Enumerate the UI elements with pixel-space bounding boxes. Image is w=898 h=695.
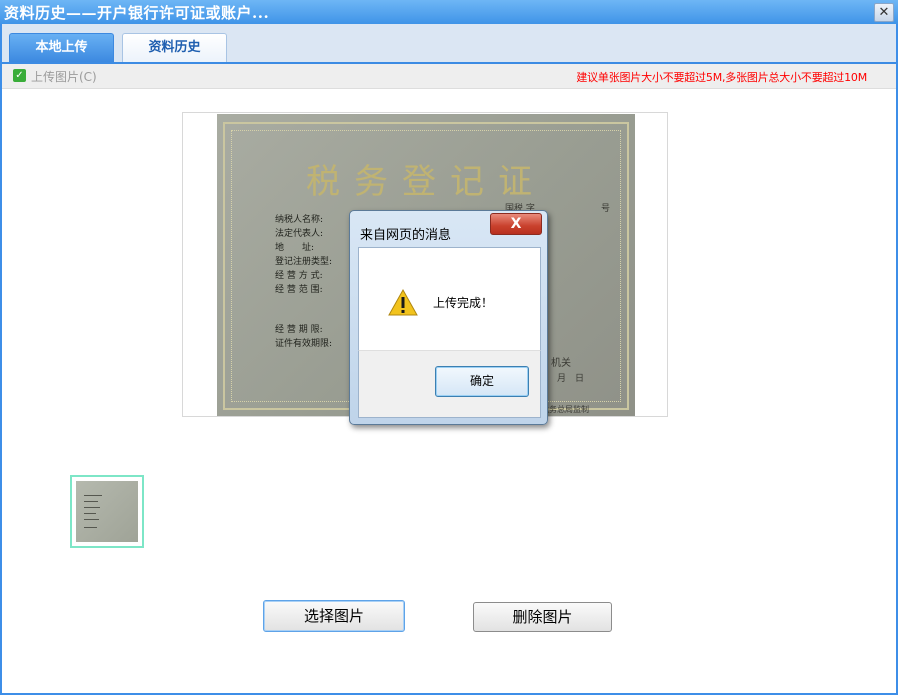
thumbnail-line <box>84 507 100 508</box>
certificate-seal: 税务总局监制 <box>541 405 589 414</box>
dialog-close-icon[interactable]: X <box>490 213 542 235</box>
tab-local-upload[interactable]: 本地上传 <box>9 33 114 62</box>
certificate-issuer: 机关 <box>551 358 571 369</box>
certificate-field: 证件有效期限: <box>275 339 333 349</box>
certificate-field: 经 营 方 式: <box>275 271 323 281</box>
dialog-title: 来自网页的消息 <box>360 228 452 243</box>
thumbnail-image <box>76 481 138 542</box>
delete-image-button[interactable]: 删除图片 <box>473 602 612 632</box>
dialog-body: 上传完成！ <box>358 247 541 350</box>
thumbnail-line <box>84 527 97 528</box>
certificate-field: 经 营 范 围: <box>275 285 323 295</box>
thumbnail-line <box>84 519 99 520</box>
dialog-footer: 确定 <box>358 350 541 418</box>
message-dialog: 来自网页的消息 X 上传完成！ 确定 <box>349 210 548 425</box>
tab-bar: 本地上传 资料历史 <box>2 24 896 64</box>
thumbnail-line <box>84 513 96 514</box>
certificate-field: 地 址: <box>275 243 315 253</box>
window-title: 资料历史——开户银行许可证或账户... <box>4 4 270 22</box>
image-thumbnail[interactable] <box>70 475 144 548</box>
dialog-message: 上传完成！ <box>433 296 494 310</box>
certificate-field: 纳税人名称: <box>275 215 324 225</box>
dialog-ok-button[interactable]: 确定 <box>435 366 529 397</box>
thumbnail-line <box>84 501 98 502</box>
window-titlebar: 资料历史——开户银行许可证或账户... ✕ <box>0 0 898 24</box>
warning-icon <box>388 288 418 316</box>
select-image-button[interactable]: 选择图片 <box>263 600 405 632</box>
certificate-field: 法定代表人: <box>275 229 324 239</box>
close-icon[interactable]: ✕ <box>874 3 894 22</box>
upload-label[interactable]: 上传图片(C) <box>31 68 97 85</box>
certificate-date: 月 日 <box>557 374 585 384</box>
upload-checkbox[interactable]: ✓ <box>13 69 26 82</box>
tab-history[interactable]: 资料历史 <box>122 33 227 62</box>
certificate-title: 税务登记证 <box>306 162 546 202</box>
size-hint: 建议单张图片大小不要超过5M,多张图片总大小不要超过10M <box>576 71 867 84</box>
certificate-field: 登记注册类型: <box>275 257 333 267</box>
upload-toolbar: ✓ 上传图片(C) 建议单张图片大小不要超过5M,多张图片总大小不要超过10M <box>2 64 896 89</box>
certificate-field: 经 营 期 限: <box>275 325 323 335</box>
thumbnail-line <box>84 495 102 496</box>
certificate-number-suffix: 号 <box>601 204 611 214</box>
